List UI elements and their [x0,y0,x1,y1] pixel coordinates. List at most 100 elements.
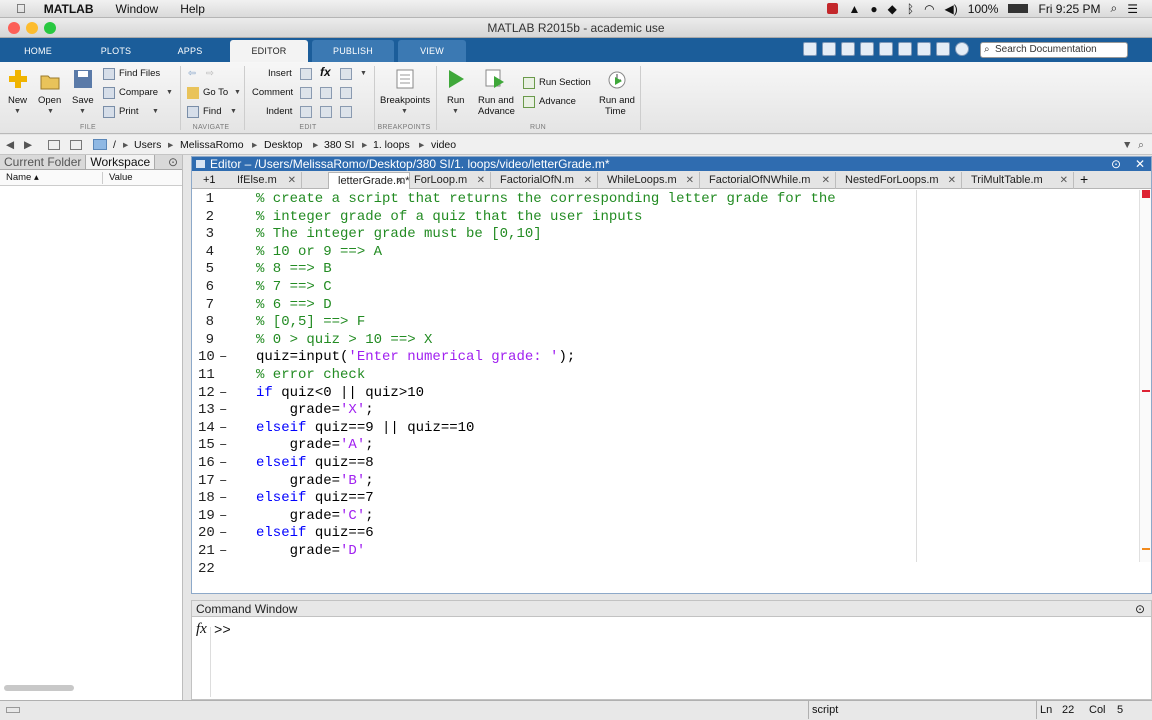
menu-help[interactable]: Help [180,2,205,16]
line-number[interactable]: 2 [198,209,214,225]
code-line[interactable]: 8 % [0,5] ==> F [192,314,1132,332]
notification-icon[interactable]: ☰ [1127,2,1138,16]
close-tab-icon[interactable]: ✕ [477,172,485,189]
find-dropdown-icon[interactable]: ▼ [230,108,237,115]
line-number[interactable]: 15 [198,437,215,453]
code-line[interactable]: 17– grade='B'; [192,473,1132,491]
insert-button[interactable]: Insert [268,68,292,79]
tab-publish[interactable]: PUBLISH [312,40,394,62]
file-tab[interactable]: IfElse.m ✕ [228,172,302,189]
close-tab-icon[interactable]: ✕ [584,172,592,189]
new-dropdown-icon[interactable]: ▼ [14,108,21,115]
line-number[interactable]: 20 [198,525,215,541]
comment-icon[interactable] [300,87,312,99]
help-icon[interactable] [955,42,969,56]
quick-new-icon[interactable] [803,42,817,56]
code-area[interactable]: 1 % create a script that returns the corr… [192,190,1138,577]
code-line[interactable]: 2 % integer grade of a quiz that the user… [192,209,1132,227]
run-and-time-label-2[interactable]: Time [605,106,626,117]
file-tab[interactable]: NestedForLoops.m ✕ [836,172,962,189]
smart-indent-icon[interactable] [300,106,312,118]
close-tab-icon[interactable]: ✕ [686,172,694,189]
line-number[interactable]: 18 [198,490,215,506]
code-line[interactable]: 3 % The integer grade must be [0,10] [192,226,1132,244]
clock[interactable]: Fri 9:25 PM [1038,2,1100,16]
code-line[interactable]: 22 [192,561,1132,579]
quick-redo-icon[interactable] [917,42,931,56]
run-section-button[interactable]: Run Section [539,77,591,88]
breakpoint-marker[interactable]: – [219,437,227,453]
code-line[interactable]: 16– elseif quiz==8 [192,455,1132,473]
decrease-indent-icon[interactable] [340,106,352,118]
menu-window[interactable]: Window [116,2,159,16]
command-window-options-icon[interactable]: ⊙ [1135,601,1145,617]
tab-current-folder[interactable]: Current Folder [0,155,85,169]
volume-icon[interactable]: ◀) [945,2,958,16]
path-loops[interactable]: 1. loops [373,135,410,155]
breakpoints-icon[interactable] [394,68,416,90]
tab-editor[interactable]: EDITOR [230,40,308,62]
browse-folder-icon[interactable] [70,140,82,150]
breakpoint-marker[interactable]: – [219,455,227,471]
apple-icon[interactable]:  [16,1,26,16]
tab-workspace[interactable]: Workspace [85,155,156,169]
line-number[interactable]: 10 [198,349,215,365]
tab-home[interactable]: HOME [12,40,64,62]
code-line[interactable]: 21– grade='D' [192,543,1132,561]
breakpoint-marker[interactable]: – [219,490,227,506]
breakpoint-marker[interactable]: – [219,543,227,559]
tab-apps[interactable]: APPS [164,40,216,62]
code-line[interactable]: 13– grade='X'; [192,402,1132,420]
find-files-button[interactable]: Find Files [119,68,160,79]
close-tab-icon[interactable]: ✕ [288,172,296,189]
add-tab-button[interactable]: + [1080,171,1088,188]
find-button[interactable]: Find [203,106,221,117]
wrap-comments-icon[interactable] [340,87,352,99]
line-number[interactable]: 9 [198,332,214,348]
tab-plots[interactable]: PLOTS [88,40,144,62]
close-window-icon[interactable] [8,22,20,34]
line-number[interactable]: 21 [198,543,215,559]
code-line[interactable]: 18– elseif quiz==7 [192,490,1132,508]
chat-icon[interactable]: ● [870,2,877,16]
line-number[interactable]: 7 [198,297,214,313]
close-tab-icon[interactable]: ✕ [948,172,956,189]
new-file-icon[interactable] [7,68,29,90]
print-button[interactable]: Print [119,106,139,117]
search-folder-icon[interactable]: ⌕ [1138,135,1144,155]
go-to-button[interactable]: Go To [203,87,228,98]
warning-marker[interactable] [1142,390,1150,392]
line-number[interactable]: 14 [198,420,215,436]
code-line[interactable]: 15– grade='A'; [192,437,1132,455]
path-dropdown-icon[interactable]: ▼ [1122,135,1132,155]
quick-switch-icon[interactable] [936,42,950,56]
run-and-advance-label-1[interactable]: Run and [478,95,514,106]
print-dropdown-icon[interactable]: ▼ [152,108,159,115]
breakpoints-button[interactable]: Breakpoints [380,95,430,106]
run-and-advance-icon[interactable] [484,68,506,90]
file-tab-active[interactable]: letterGrade.m* ✕ [328,172,410,189]
back-arrow-icon[interactable]: ⇦ [188,68,196,79]
battery-icon[interactable] [1008,4,1029,13]
path-desktop[interactable]: Desktop [264,135,303,155]
dropbox-icon[interactable]: ◆ [888,2,897,16]
code-line[interactable]: 1 % create a script that returns the corr… [192,191,1132,209]
insert-section-icon[interactable] [300,68,312,80]
forward-arrow-icon[interactable]: ⇨ [206,68,214,79]
error-marker[interactable] [1142,190,1150,198]
line-number[interactable]: 19 [198,508,215,524]
line-number[interactable]: 11 [198,367,215,383]
open-dropdown-icon[interactable]: ▼ [47,108,54,115]
record-icon[interactable] [827,3,839,14]
run-and-time-label-1[interactable]: Run and [599,95,635,106]
file-tab[interactable]: TriMultTable.m ✕ [962,172,1074,189]
code-line[interactable]: 4 % 10 or 9 ==> A [192,244,1132,262]
comment-button[interactable]: Comment [252,87,293,98]
quick-copy-icon[interactable] [860,42,874,56]
insert-function-icon[interactable]: fx [320,65,331,79]
code-line[interactable]: 20– elseif quiz==6 [192,525,1132,543]
column-value[interactable]: Value [109,170,133,186]
function-browser-icon[interactable]: fx [196,621,207,638]
breakpoint-marker[interactable]: – [219,473,227,489]
tab-counter[interactable]: +1 [203,172,216,189]
